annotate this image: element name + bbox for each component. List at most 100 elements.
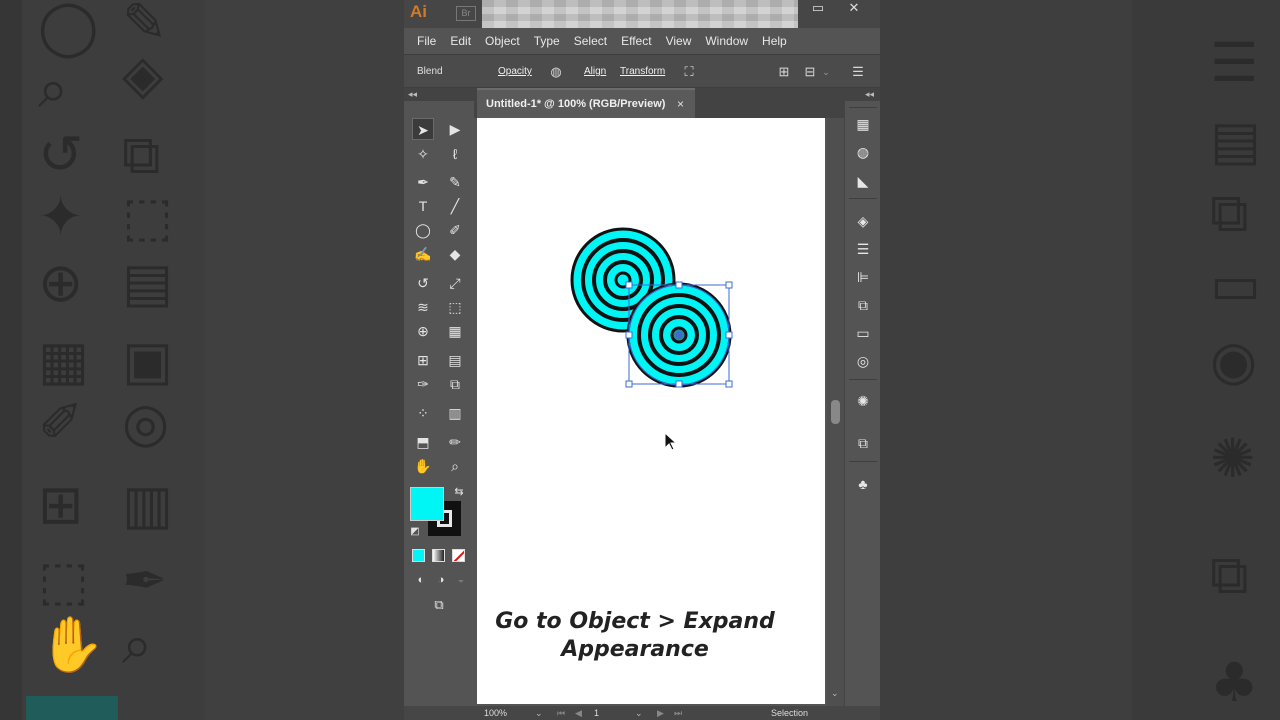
scroll-down-icon[interactable]: ⌄ [831, 688, 839, 699]
magic-wand-icon[interactable]: ✧ [412, 143, 434, 165]
opacity-link[interactable]: Opacity [498, 66, 532, 77]
concentric-circles-artwork[interactable] [477, 118, 825, 418]
isolate-icon[interactable]: ⛶ [680, 63, 698, 81]
blurred-background-right: ☰ ▤ ⧉ ▭ ◉ ✺ ⧉ ♣ [880, 0, 1280, 720]
artboard-dropdown-icon[interactable]: ⌄ [635, 708, 643, 719]
direct-selection-tool-icon[interactable]: ▶ [444, 118, 466, 140]
column-graph-tool-icon[interactable]: ▥ [444, 402, 466, 424]
pathfinder-panel-icon[interactable]: ⧉ [853, 295, 873, 315]
panel-menu-icon[interactable]: ☰ [849, 63, 867, 81]
width-tool-icon[interactable]: ≋ [412, 296, 434, 318]
status-bar: 100% ⌄ ⏮ ◀ 1 ⌄ ▶ ⏭ Selection [404, 706, 880, 720]
recolor-artwork-icon[interactable]: ◍ [547, 63, 565, 81]
menu-bar: File Edit Object Type Select Effect View… [404, 28, 880, 54]
selection-tool-icon[interactable]: ➤ [412, 118, 434, 140]
rotate-tool-icon[interactable]: ↺ [412, 272, 434, 294]
stroke-panel-icon[interactable]: ☰ [853, 239, 873, 259]
transform-link[interactable]: Transform [620, 66, 665, 77]
slice-tool-icon[interactable]: ✏ [444, 431, 466, 453]
fill-swatch[interactable] [410, 487, 444, 521]
close-tab-icon[interactable]: × [677, 97, 684, 111]
close-window-button[interactable]: ✕ [841, 0, 867, 16]
zoom-dropdown-icon[interactable]: ⌄ [535, 708, 543, 719]
symbols-panel-icon[interactable]: ♣ [853, 474, 873, 494]
artboard-tool-icon[interactable]: ⬒ [412, 431, 434, 453]
tools-panel: ➤ ▶ ✧ ℓ ✒ ✎ T ╱ ◯ ✐ ✍ ◆ ↺ ⤢ ≋ ⬚ ⊕ ▦ ⊞ ▤ … [404, 101, 474, 720]
menu-window[interactable]: Window [698, 28, 755, 54]
color-guide-icon[interactable]: ◣ [853, 171, 873, 191]
prev-artboard-icon[interactable]: ◀ [575, 708, 582, 719]
none-mode-button[interactable] [452, 549, 465, 562]
menu-view[interactable]: View [659, 28, 699, 54]
document-tab-title: Untitled-1* @ 100% (RGB/Preview) [486, 98, 666, 110]
draw-inside-icon[interactable]: ◒ [450, 569, 472, 591]
appearance-panel-icon[interactable]: ✺ [853, 391, 873, 411]
gradient-mode-button[interactable] [432, 549, 445, 562]
right-panel-dock: ▦ ◍ ◣ ◈ ☰ ⊫ ⧉ ▭ ◎ ✺ ⧉ ♣ [844, 101, 880, 720]
paintbrush-tool-icon[interactable]: ✐ [444, 219, 466, 241]
mesh-tool-icon[interactable]: ⊞ [412, 349, 434, 371]
free-transform-tool-icon[interactable]: ⬚ [444, 296, 466, 318]
swap-colors-icon[interactable]: ⇆ [448, 481, 470, 503]
menu-effect[interactable]: Effect [614, 28, 658, 54]
scrollbar-thumb[interactable] [831, 400, 840, 424]
menu-edit[interactable]: Edit [443, 28, 478, 54]
menu-select[interactable]: Select [567, 28, 614, 54]
draw-normal-icon[interactable]: ◐ [410, 569, 432, 591]
curvature-tool-icon[interactable]: ✎ [444, 171, 466, 193]
menu-file[interactable]: File [410, 28, 443, 54]
vertical-scrollbar[interactable]: ⌄ [827, 118, 844, 706]
artboard[interactable]: Go to Object > Expand Appearance [477, 118, 825, 704]
symbol-sprayer-tool-icon[interactable]: ⁘ [412, 402, 434, 424]
next-artboard-icon[interactable]: ▶ [657, 708, 664, 719]
align-link[interactable]: Align [584, 66, 606, 77]
screen: ◯ ✎ ⌕ ◈ ↺ ⧉ ✦ ⬚ ⊕ ▤ ▦ ▣ ✐ ◎ ⊞ ▥ ⬚ ✒ ✋ ⌕ … [0, 0, 1280, 720]
artboard-number[interactable]: 1 [594, 708, 599, 718]
default-colors-icon[interactable]: ◩ [404, 521, 426, 543]
ellipse-tool-icon[interactable]: ◯ [412, 219, 434, 241]
tutorial-caption: Go to Object > Expand Appearance [477, 608, 793, 664]
perspective-grid-tool-icon[interactable]: ▦ [444, 320, 466, 342]
collapse-right-icon[interactable]: ◂◂ [865, 89, 874, 100]
menu-type[interactable]: Type [527, 28, 567, 54]
eyedropper-tool-icon[interactable]: ✑ [412, 373, 434, 395]
zoom-level[interactable]: 100% [484, 708, 507, 718]
libraries-panel-icon[interactable]: ▦ [853, 114, 873, 134]
gradient-tool-icon[interactable]: ▤ [444, 349, 466, 371]
last-artboard-icon[interactable]: ⏭ [674, 708, 682, 719]
hand-tool-icon[interactable]: ✋ [412, 455, 434, 477]
blend-label: Blend [417, 66, 443, 77]
transparency-panel-icon[interactable]: ◎ [853, 351, 873, 371]
shaper-tool-icon[interactable]: ✍ [412, 243, 434, 265]
collapse-left-icon[interactable]: ◂◂ [408, 89, 417, 100]
title-bar: Ai Br ▭ ✕ [404, 0, 880, 28]
gradient-panel-icon[interactable]: ▭ [853, 323, 873, 343]
artboards-panel-icon[interactable]: ⧉ [853, 433, 873, 453]
shape-builder-tool-icon[interactable]: ⊕ [412, 320, 434, 342]
first-artboard-icon[interactable]: ⏮ [557, 708, 565, 719]
caption-line-2: Appearance [561, 637, 709, 662]
bridge-button[interactable]: Br [456, 6, 476, 21]
blend-tool-icon[interactable]: ⧉ [444, 373, 466, 395]
illustrator-window: Ai Br ▭ ✕ File Edit Object Type Select E… [404, 0, 880, 720]
layers-panel-icon[interactable]: ◈ [853, 211, 873, 231]
document-tab[interactable]: Untitled-1* @ 100% (RGB/Preview) × [477, 88, 695, 118]
caption-line-1: Go to Object > Expand [495, 609, 775, 634]
lasso-tool-icon[interactable]: ℓ [444, 143, 466, 165]
grid-options-icon[interactable]: ⊞ [775, 63, 793, 81]
pen-tool-icon[interactable]: ✒ [412, 171, 434, 193]
menu-object[interactable]: Object [478, 28, 527, 54]
color-panel-icon[interactable]: ◍ [853, 142, 873, 162]
screen-mode-icon[interactable]: ⧉ [428, 594, 450, 616]
align-panel-icon[interactable]: ⊫ [853, 267, 873, 287]
draw-behind-icon[interactable]: ◑ [430, 569, 452, 591]
zoom-tool-icon[interactable]: ⌕ [444, 455, 466, 477]
color-mode-button[interactable] [412, 549, 425, 562]
line-tool-icon[interactable]: ╱ [444, 195, 466, 217]
chevron-down-icon[interactable]: ⌄ [817, 63, 835, 81]
minimize-button[interactable]: ▭ [805, 0, 831, 16]
scale-tool-icon[interactable]: ⤢ [444, 272, 466, 294]
type-tool-icon[interactable]: T [412, 195, 434, 217]
menu-help[interactable]: Help [755, 28, 794, 54]
eraser-tool-icon[interactable]: ◆ [444, 243, 466, 265]
